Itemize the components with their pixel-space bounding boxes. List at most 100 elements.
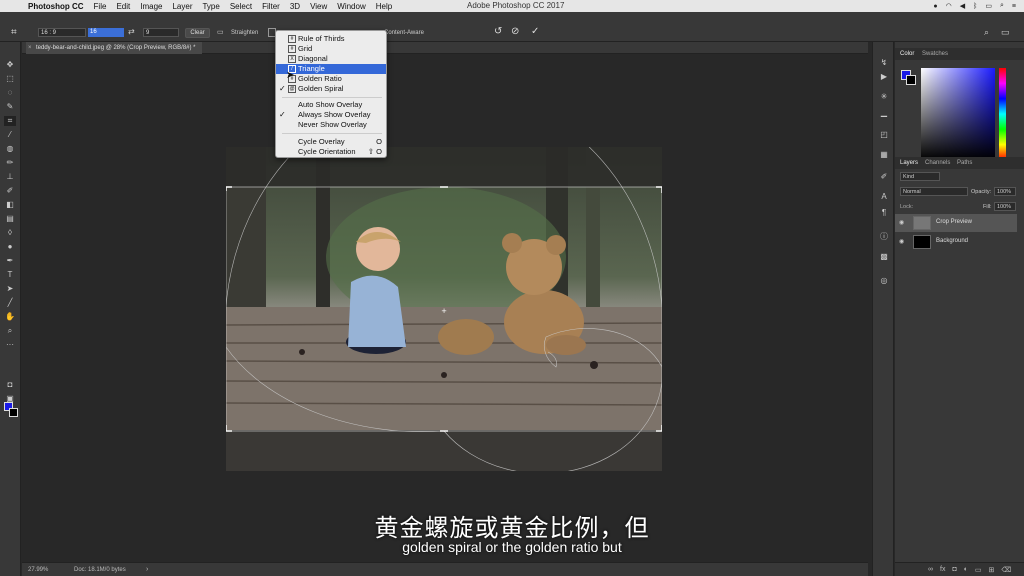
adjustments-panel-icon[interactable]: ✳ [878, 92, 890, 102]
workspace-icon[interactable]: ▭ [1001, 27, 1010, 38]
blend-mode-select[interactable]: Normal [900, 187, 968, 196]
menu-layer[interactable]: Layer [172, 2, 192, 11]
dodge-tool-icon[interactable]: ● [4, 242, 16, 252]
new-layer-icon[interactable]: ⊞ [989, 566, 995, 574]
tab-paths[interactable]: Paths [957, 160, 972, 166]
spotlight-icon[interactable]: ⌕ [1000, 2, 1004, 10]
shape-tool-icon[interactable]: ╱ [4, 298, 16, 308]
ratio-select[interactable]: 16 : 9 [38, 28, 86, 37]
gradient-tool-icon[interactable]: ▤ [4, 214, 16, 224]
hue-slider[interactable] [999, 68, 1006, 160]
zoom-level[interactable]: 27.99% [28, 567, 48, 573]
menu-item-rule-of-thirds[interactable]: # Rule of Thirds [276, 34, 386, 44]
tab-swatches[interactable]: Swatches [922, 51, 948, 57]
quick-select-tool-icon[interactable]: ✎ [4, 102, 16, 112]
history-panel-icon[interactable]: ↯ [878, 58, 890, 68]
battery-icon[interactable]: ▭ [985, 2, 992, 10]
visibility-eye-icon[interactable]: ◉ [899, 238, 904, 245]
crop-tool-icon[interactable]: ⌗ [4, 116, 16, 126]
search-icon[interactable]: ⌕ [984, 27, 989, 38]
menu-select[interactable]: Select [230, 2, 252, 11]
levels-icon[interactable]: ▁ [878, 108, 890, 118]
type-tool-icon[interactable]: T [4, 270, 16, 280]
cancel-icon[interactable]: ⊘ [511, 26, 519, 37]
eyedropper-tool-icon[interactable]: ⁄ [4, 130, 16, 140]
bluetooth-icon[interactable]: ᛒ [973, 3, 977, 10]
swap-icon[interactable]: ⇄ [128, 27, 135, 36]
trash-icon[interactable]: ⌫ [1001, 566, 1011, 574]
eraser-tool-icon[interactable]: ◧ [4, 200, 16, 210]
tab-channels[interactable]: Channels [925, 160, 950, 166]
brush-panel-icon[interactable]: ▦ [878, 150, 890, 160]
layer-row[interactable]: ◉ Crop Preview [895, 214, 1017, 232]
pen-tool-icon[interactable]: ✒ [4, 256, 16, 266]
adjustment-layer-icon[interactable]: ◐ [964, 566, 968, 573]
menu-window[interactable]: Window [337, 2, 365, 11]
marquee-tool-icon[interactable]: ⬚ [4, 74, 16, 84]
menu-filter[interactable]: Filter [262, 2, 280, 11]
height-input[interactable]: 9 [143, 28, 179, 37]
move-tool-icon[interactable]: ✥ [4, 60, 16, 70]
menu-3d[interactable]: 3D [290, 2, 300, 11]
fx-icon[interactable]: fx [940, 566, 945, 573]
close-tab-icon[interactable]: × [28, 42, 32, 54]
actions-panel-icon[interactable]: ▶ [878, 72, 890, 82]
menu-item-diagonal[interactable]: X Diagonal [276, 54, 386, 64]
tab-layers[interactable]: Layers [900, 160, 918, 166]
screen-mode-icon[interactable]: ▣ [4, 394, 16, 404]
straighten-icon[interactable]: ▭ [217, 28, 224, 36]
crop-tool-icon[interactable]: ⌗ [11, 28, 21, 38]
quick-mask-icon[interactable]: ◘ [4, 380, 16, 390]
hand-tool-icon[interactable]: ✋ [4, 312, 16, 322]
menu-file[interactable]: File [94, 2, 107, 11]
menu-type[interactable]: Type [202, 2, 219, 11]
character-panel-icon[interactable]: A [878, 192, 890, 202]
background-color-swatch[interactable] [9, 408, 18, 417]
document-image[interactable]: + [226, 147, 662, 471]
history-brush-tool-icon[interactable]: ✐ [4, 186, 16, 196]
clone-source-icon[interactable]: ✐ [878, 172, 890, 182]
fill-input[interactable]: 100% [994, 202, 1016, 211]
menu-edit[interactable]: Edit [116, 2, 130, 11]
blur-tool-icon[interactable]: ◊ [4, 228, 16, 238]
status-menu-icon[interactable]: › [146, 566, 148, 573]
layer-row[interactable]: ◉ Background [895, 233, 1017, 251]
document-tab[interactable]: × teddy-bear-and-child.jpeg @ 28% (Crop … [26, 42, 202, 54]
zoom-tool-icon[interactable]: ⌕ [4, 326, 16, 336]
menu-view[interactable]: View [310, 2, 327, 11]
visibility-eye-icon[interactable]: ◉ [899, 219, 904, 226]
panel-background-swatch[interactable] [906, 75, 916, 85]
opacity-input[interactable]: 100% [994, 187, 1016, 196]
link-layers-icon[interactable]: ∞ [928, 566, 933, 573]
menu-item-grid[interactable]: # Grid [276, 44, 386, 54]
healing-tool-icon[interactable]: ◍ [4, 144, 16, 154]
menu-item-cycle-overlay[interactable]: Cycle Overlay O [276, 137, 386, 147]
commit-icon[interactable]: ✓ [531, 26, 539, 37]
paragraph-panel-icon[interactable]: ¶ [878, 208, 890, 218]
menu-image[interactable]: Image [140, 2, 162, 11]
path-select-tool-icon[interactable]: ➤ [4, 284, 16, 294]
group-icon[interactable]: ▭ [975, 566, 982, 574]
wifi-icon[interactable]: ◠ [946, 2, 952, 10]
menu-item-never-show-overlay[interactable]: Never Show Overlay [276, 120, 386, 130]
brush-tool-icon[interactable]: ✏ [4, 158, 16, 168]
menu-item-golden-spiral[interactable]: ✓ @ Golden Spiral [276, 84, 386, 94]
info-panel-icon[interactable]: ⓘ [878, 232, 890, 242]
libraries-panel-icon[interactable]: ▩ [878, 252, 890, 262]
straighten-label[interactable]: Straighten [231, 30, 258, 36]
color-field[interactable] [921, 68, 995, 160]
tab-color[interactable]: Color [900, 51, 914, 57]
mask-icon[interactable]: ◘ [952, 566, 956, 573]
clear-button[interactable]: Clear [185, 28, 210, 38]
content-aware-label[interactable]: Content-Aware [384, 30, 424, 36]
stamp-tool-icon[interactable]: ⊥ [4, 172, 16, 182]
menu-item-always-show-overlay[interactable]: ✓ Always Show Overlay [276, 110, 386, 120]
record-icon[interactable]: ● [933, 3, 937, 10]
notification-icon[interactable]: ≡ [1012, 3, 1016, 10]
properties-panel-icon[interactable]: ◰ [878, 130, 890, 140]
lasso-tool-icon[interactable]: ◌ [4, 88, 16, 98]
menu-app[interactable]: Photoshop CC [28, 2, 84, 11]
menu-item-auto-show-overlay[interactable]: Auto Show Overlay [276, 100, 386, 110]
width-input[interactable]: 16 [88, 28, 124, 37]
volume-icon[interactable]: ◀ [960, 2, 965, 10]
